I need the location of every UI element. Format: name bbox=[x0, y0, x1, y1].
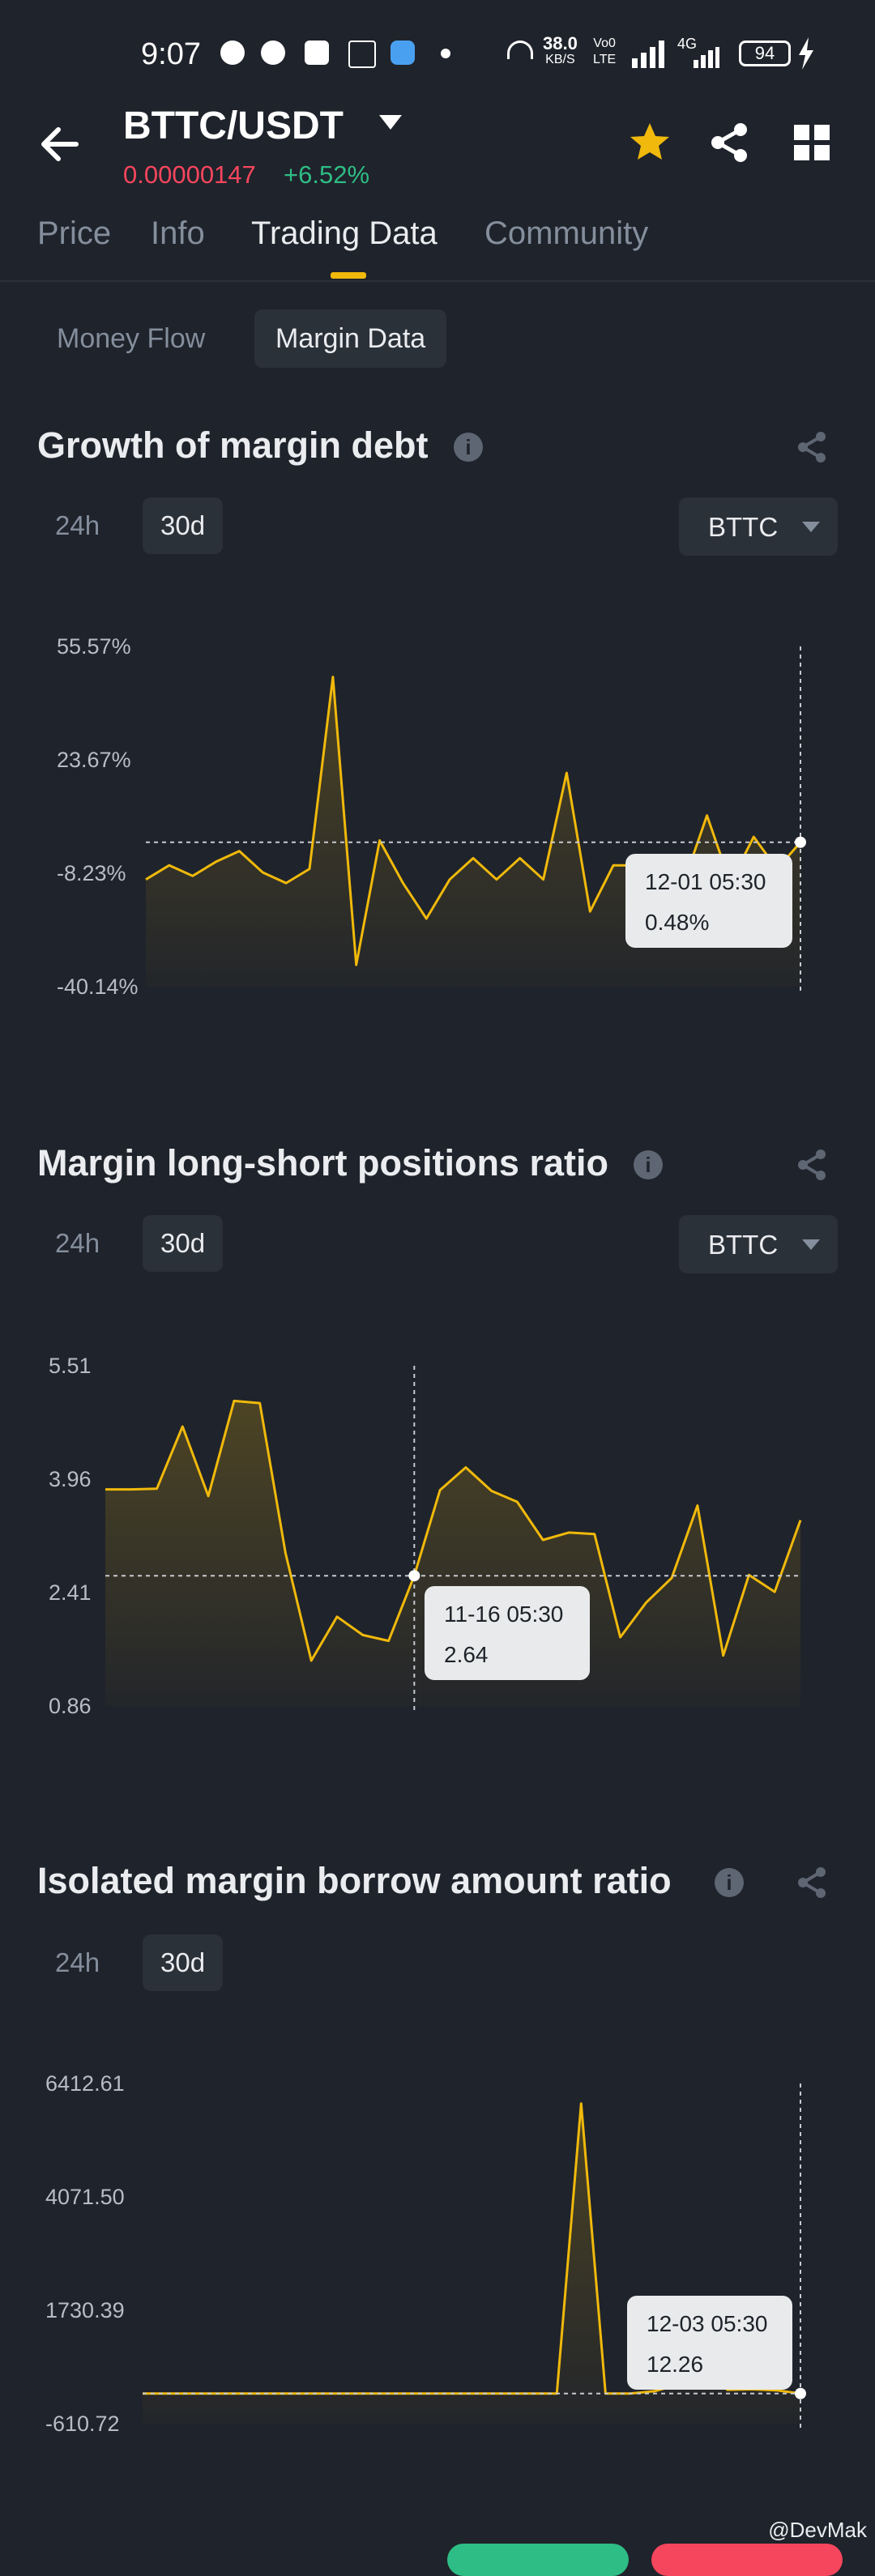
y-tick-label: 5.51 bbox=[49, 1354, 92, 1378]
sell-button[interactable] bbox=[651, 2544, 843, 2576]
tooltip-date: 11-16 05:30 bbox=[444, 1601, 564, 1627]
y-tick-label: 55.57% bbox=[57, 634, 131, 659]
y-tick-label: 2.41 bbox=[49, 1580, 92, 1605]
tooltip-date: 12-03 05:30 bbox=[647, 2311, 768, 2336]
tooltip-value: 2.64 bbox=[444, 1642, 489, 1667]
tooltip-value: 0.48% bbox=[645, 910, 710, 935]
y-tick-label: 1730.39 bbox=[45, 2298, 125, 2322]
y-tick-label: 23.67% bbox=[57, 748, 131, 772]
tooltip-value: 12.26 bbox=[647, 2352, 704, 2377]
crosshair-point bbox=[795, 836, 806, 848]
charts-canvas: 55.57% 23.67% -8.23% -40.14% 5.51 3.96 2.41 0.8… bbox=[45, 634, 806, 2436]
y-tick-label: 0.86 bbox=[49, 1694, 92, 1718]
chart-tooltip: 12-03 05:30 12.26 bbox=[627, 2296, 792, 2390]
crosshair-point bbox=[408, 1570, 420, 1582]
y-tick-label: 6412.61 bbox=[45, 2071, 125, 2096]
chart-tooltip: 11-16 05:30 2.64 bbox=[425, 1586, 590, 1680]
y-tick-label: -8.23% bbox=[57, 861, 126, 885]
y-tick-label: 3.96 bbox=[49, 1467, 92, 1491]
y-tick-label: -610.72 bbox=[45, 2412, 120, 2436]
y-tick-label: -40.14% bbox=[57, 975, 139, 999]
crosshair-point bbox=[795, 2387, 806, 2399]
watermark: @DevMak bbox=[768, 2518, 867, 2542]
buy-button[interactable] bbox=[447, 2544, 629, 2576]
y-tick-label: 4071.50 bbox=[45, 2185, 125, 2209]
chart-tooltip: 12-01 05:30 0.48% bbox=[625, 854, 792, 948]
tooltip-date: 12-01 05:30 bbox=[645, 869, 766, 894]
